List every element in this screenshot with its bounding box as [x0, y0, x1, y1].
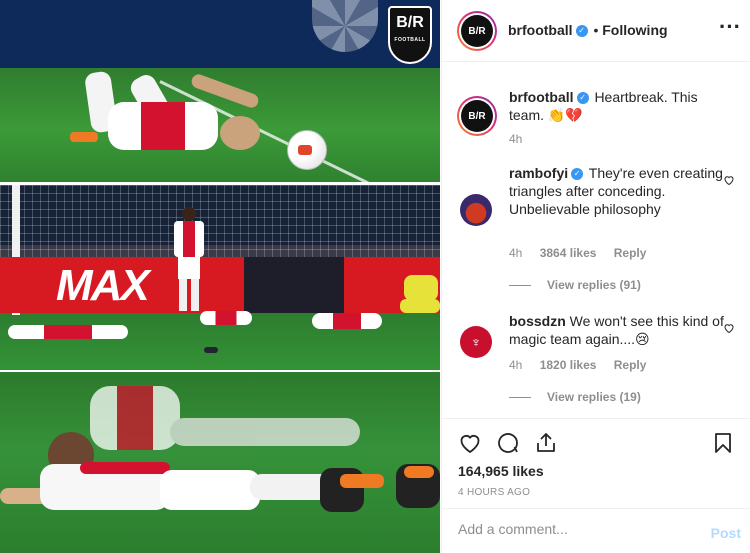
- player-lying-front: [0, 428, 440, 538]
- avatar-logo-text: B/R: [461, 100, 493, 132]
- comment-likes[interactable]: 1820 likes: [540, 358, 597, 372]
- player-lying-3: [200, 311, 252, 325]
- comment-username[interactable]: rambofyi: [509, 165, 568, 181]
- verified-badge-icon: ✓: [571, 168, 584, 181]
- avatar-logo-text: B/R: [461, 15, 493, 47]
- caption-avatar[interactable]: B/R: [457, 96, 497, 136]
- caption-username[interactable]: brfootball: [509, 89, 574, 105]
- logo-text-top: B/R: [396, 14, 424, 31]
- post-photo[interactable]: B/R FOOTBALL MAX: [0, 0, 440, 553]
- photo-panel-1: B/R FOOTBALL: [0, 0, 440, 182]
- caption-body: brfootball ✓ Heartbreak. This team. 👏💔: [509, 88, 724, 124]
- logo-text-bottom: FOOTBALL: [394, 37, 426, 43]
- post-comment-button[interactable]: Post: [711, 525, 741, 541]
- comment-meta: 4h 1820 likes Reply: [509, 358, 660, 372]
- reply-button[interactable]: Reply: [614, 246, 647, 260]
- post-timestamp[interactable]: 4 HOURS AGO: [458, 487, 530, 498]
- add-comment-bar: Post: [442, 508, 750, 553]
- post-header: B/R brfootball ✓ • Following ···: [442, 0, 750, 62]
- comment-body: rambofyi ✓ They're even creating triangle…: [509, 164, 724, 218]
- photo-panel-3: [0, 372, 440, 553]
- advertising-text: MAX: [56, 261, 150, 310]
- view-replies-button[interactable]: View replies (19): [509, 390, 641, 404]
- commenter-avatar[interactable]: ♆: [460, 326, 492, 358]
- caption-meta: 4h: [509, 132, 536, 146]
- comment-input[interactable]: [458, 521, 688, 537]
- comment-icon[interactable]: [496, 431, 520, 455]
- author-avatar[interactable]: B/R: [457, 11, 497, 51]
- comment-like-heart-icon[interactable]: [723, 174, 735, 186]
- comment-meta: 4h 3864 likes Reply: [509, 246, 660, 260]
- comment-time[interactable]: 4h: [509, 246, 522, 260]
- reply-button[interactable]: Reply: [614, 358, 647, 372]
- heart-icon[interactable]: [458, 431, 482, 455]
- comment-body: bossdzn We won't see this kind of magic …: [509, 312, 724, 348]
- commenter-avatar[interactable]: [460, 194, 492, 226]
- match-ball: [287, 130, 327, 170]
- verified-badge-icon: ✓: [575, 25, 588, 38]
- player-standing: [172, 207, 206, 317]
- following-button[interactable]: Following: [602, 22, 667, 38]
- goalkeeper: [400, 275, 440, 315]
- photo-panel-2: MAX: [0, 185, 440, 370]
- comment-username[interactable]: bossdzn: [509, 313, 566, 329]
- bookmark-icon[interactable]: [711, 431, 735, 455]
- post-actions: 164,965 likes 4 HOURS AGO: [442, 418, 750, 508]
- view-replies-button[interactable]: View replies (91): [509, 278, 641, 292]
- post-panel: B/R brfootball ✓ • Following ··· B/R brfo…: [441, 0, 750, 553]
- advertising-board-dark: [244, 257, 344, 313]
- verified-badge-icon: ✓: [576, 92, 589, 105]
- likes-count[interactable]: 164,965 likes: [458, 463, 544, 479]
- comment-time[interactable]: 4h: [509, 358, 522, 372]
- player-lying-4: [312, 313, 382, 329]
- player-lying-1: [70, 70, 270, 152]
- champions-league-ball-graphic: [312, 0, 378, 52]
- shin-pad: [204, 347, 218, 353]
- author-username[interactable]: brfootball: [508, 22, 573, 38]
- comments-section[interactable]: B/R brfootball ✓ Heartbreak. This team. 👏…: [442, 62, 750, 418]
- br-football-logo: B/R FOOTBALL: [388, 6, 432, 64]
- more-options-icon[interactable]: ···: [719, 16, 741, 38]
- header-text: brfootball ✓ • Following: [508, 22, 668, 38]
- share-icon[interactable]: [534, 431, 558, 455]
- caption-time[interactable]: 4h: [509, 132, 522, 146]
- player-lying-2: [8, 325, 128, 339]
- comment-likes[interactable]: 3864 likes: [540, 246, 597, 260]
- comment-like-heart-icon[interactable]: [723, 322, 735, 334]
- header-separator: •: [593, 22, 599, 38]
